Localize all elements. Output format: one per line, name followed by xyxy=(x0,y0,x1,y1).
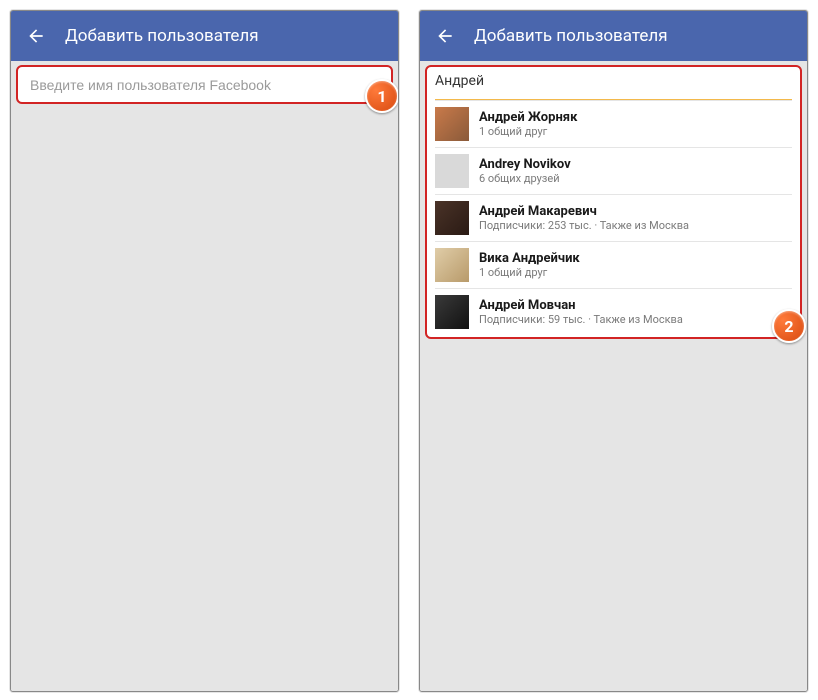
avatar xyxy=(435,201,469,235)
callout-badge-2: 2 xyxy=(772,309,806,343)
callout-badge-1: 1 xyxy=(365,79,399,113)
back-arrow-icon[interactable] xyxy=(434,25,456,47)
list-item[interactable]: Andrey Novikov 6 общих друзей xyxy=(435,147,792,194)
app-header: Добавить пользователя xyxy=(420,11,807,61)
avatar xyxy=(435,107,469,141)
result-subtitle: Подписчики: 253 тыс. · Также из Москва xyxy=(479,219,689,232)
back-arrow-icon[interactable] xyxy=(25,25,47,47)
list-item[interactable]: Андрей Мовчан Подписчики: 59 тыс. · Такж… xyxy=(435,288,792,335)
list-item[interactable]: Андрей Макаревич Подписчики: 253 тыс. · … xyxy=(435,194,792,241)
result-subtitle: 1 общий друг xyxy=(479,125,577,138)
phone-screen-left: Добавить пользователя 1 xyxy=(10,10,399,692)
result-name: Андрей Макаревич xyxy=(479,204,689,220)
result-subtitle: 1 общий друг xyxy=(479,266,580,279)
list-item-text: Андрей Жорняк 1 общий друг xyxy=(479,110,577,139)
search-input-filled[interactable]: Андрей xyxy=(435,73,792,91)
list-item-text: Андрей Макаревич Подписчики: 253 тыс. · … xyxy=(479,204,689,233)
result-name: Andrey Novikov xyxy=(479,157,571,173)
result-name: Андрей Мовчан xyxy=(479,298,683,314)
result-subtitle: Подписчики: 59 тыс. · Также из Москва xyxy=(479,313,683,326)
header-title: Добавить пользователя xyxy=(65,26,259,46)
list-item[interactable]: Вика Андрейчик 1 общий друг xyxy=(435,241,792,288)
list-item-text: Andrey Novikov 6 общих друзей xyxy=(479,157,571,186)
app-header: Добавить пользователя xyxy=(11,11,398,61)
avatar xyxy=(435,154,469,188)
content-area: Андрей Андрей Жорняк 1 общий друг Andrey… xyxy=(420,61,807,691)
content-area: 1 xyxy=(11,61,398,691)
phone-screen-right: Добавить пользователя Андрей Андрей Жорн… xyxy=(419,10,808,692)
list-item-text: Андрей Мовчан Подписчики: 59 тыс. · Такж… xyxy=(479,298,683,327)
search-input[interactable] xyxy=(28,76,385,94)
avatar xyxy=(435,295,469,329)
screenshots-container: Добавить пользователя 1 Добавить пользов… xyxy=(0,0,818,700)
search-results-highlight: Андрей Андрей Жорняк 1 общий друг Andrey… xyxy=(425,65,802,339)
result-name: Андрей Жорняк xyxy=(479,110,577,126)
result-subtitle: 6 общих друзей xyxy=(479,172,571,185)
list-item-text: Вика Андрейчик 1 общий друг xyxy=(479,251,580,280)
search-highlight: 1 xyxy=(16,65,393,104)
list-item[interactable]: Андрей Жорняк 1 общий друг xyxy=(435,100,792,147)
search-field-box[interactable] xyxy=(16,65,393,104)
avatar xyxy=(435,248,469,282)
result-name: Вика Андрейчик xyxy=(479,251,580,267)
header-title: Добавить пользователя xyxy=(474,26,668,46)
